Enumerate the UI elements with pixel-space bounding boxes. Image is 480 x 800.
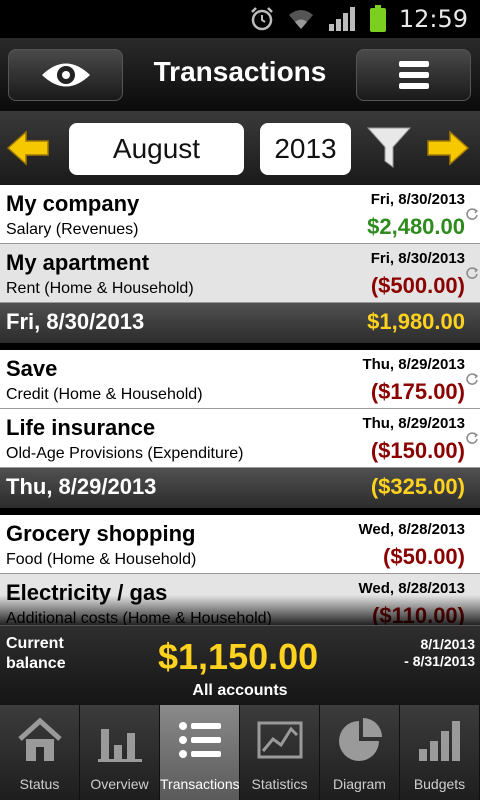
accounts-selector[interactable]: All accounts <box>0 682 480 700</box>
payee: Grocery shopping <box>6 521 196 546</box>
clock: 12:59 <box>398 5 468 33</box>
recurring-icon <box>466 208 479 220</box>
date: Fri, 8/30/2013 <box>370 250 465 267</box>
budget-bars-icon <box>418 721 460 761</box>
category: Salary (Revenues) <box>6 221 139 238</box>
category: Food (Home & Household) <box>6 551 197 568</box>
transaction-row[interactable]: Life insurance Old-Age Provisions (Expen… <box>0 409 480 468</box>
bars-icon <box>97 729 142 762</box>
line-chart-icon <box>257 721 302 759</box>
tab-budgets[interactable]: Budgets <box>400 705 480 800</box>
signal-icon <box>328 7 355 31</box>
category: Old-Age Provisions (Expenditure) <box>6 445 244 462</box>
tab-diagram[interactable]: Diagram <box>320 705 400 800</box>
next-arrow-icon[interactable] <box>426 128 470 168</box>
amount: ($500.00) <box>370 273 465 298</box>
payee: Save <box>6 356 58 381</box>
tab-bar: Status Overview Transactions Statistics … <box>0 705 480 800</box>
tab-transactions[interactable]: Transactions <box>160 705 240 800</box>
category: Rent (Home & Household) <box>6 280 194 297</box>
wifi-icon <box>288 10 313 29</box>
recurring-icon <box>466 432 479 444</box>
previous-arrow-icon[interactable] <box>6 128 50 168</box>
month-selector[interactable]: August <box>69 123 244 175</box>
list-icon <box>178 722 221 758</box>
transaction-list[interactable]: My company Salary (Revenues) Fri, 8/30/2… <box>0 185 480 625</box>
alarm-icon <box>250 7 273 31</box>
day-summary: Thu, 8/29/2013 ($325.00) <box>0 468 480 515</box>
date: Wed, 8/28/2013 <box>358 580 465 597</box>
balance-date-range: 8/1/2013 - 8/31/2013 <box>404 636 475 669</box>
amount: ($150.00) <box>370 438 465 463</box>
day-summary-date: Fri, 8/30/2013 <box>6 309 145 334</box>
recurring-icon <box>466 267 479 279</box>
day-summary-date: Thu, 8/29/2013 <box>6 474 157 499</box>
category: Additional costs (Home & Household) <box>6 610 272 625</box>
balance-label: Current balance <box>6 635 66 672</box>
transaction-row[interactable]: Electricity / gas Additional costs (Home… <box>0 574 480 625</box>
amount: ($175.00) <box>370 379 465 404</box>
battery-icon <box>369 5 386 32</box>
transaction-row[interactable]: My apartment Rent (Home & Household) Fri… <box>0 244 480 303</box>
recurring-icon <box>466 373 479 385</box>
date: Wed, 8/28/2013 <box>358 521 465 538</box>
period-selector: August 2013 <box>0 111 480 185</box>
date: Fri, 8/30/2013 <box>370 191 465 208</box>
pie-icon <box>338 718 382 761</box>
status-bar: 12:59 <box>0 0 480 38</box>
tab-statistics[interactable]: Statistics <box>240 705 320 800</box>
transaction-row[interactable]: Save Credit (Home & Household) Thu, 8/29… <box>0 350 480 409</box>
amount: ($50.00) <box>383 544 465 569</box>
amount: $2,480.00 <box>367 214 465 239</box>
date: Thu, 8/29/2013 <box>362 356 465 373</box>
payee: My apartment <box>6 250 150 275</box>
day-summary: Fri, 8/30/2013 $1,980.00 <box>0 303 480 350</box>
house-icon <box>17 717 62 761</box>
transaction-row[interactable]: My company Salary (Revenues) Fri, 8/30/2… <box>0 185 480 244</box>
payee: My company <box>6 191 140 216</box>
date: Thu, 8/29/2013 <box>362 415 465 432</box>
payee: Electricity / gas <box>6 580 168 605</box>
tab-overview[interactable]: Overview <box>80 705 160 800</box>
menu-button[interactable] <box>356 49 471 101</box>
balance-value: $1,150.00 <box>158 636 319 677</box>
day-summary-total: $1,980.00 <box>367 309 465 334</box>
category: Credit (Home & Household) <box>6 386 203 403</box>
balance-bar: Current balance $1,150.00 8/1/2013 - 8/3… <box>0 625 480 705</box>
tab-status[interactable]: Status <box>0 705 80 800</box>
transaction-row[interactable]: Grocery shopping Food (Home & Household)… <box>0 515 480 574</box>
menu-icon <box>398 61 429 89</box>
action-bar: Transactions <box>0 38 480 111</box>
filter-icon[interactable] <box>366 125 412 171</box>
payee: Life insurance <box>6 415 156 440</box>
year-selector[interactable]: 2013 <box>260 123 351 175</box>
day-summary-total: ($325.00) <box>370 474 465 499</box>
amount: ($110.00) <box>372 603 465 625</box>
